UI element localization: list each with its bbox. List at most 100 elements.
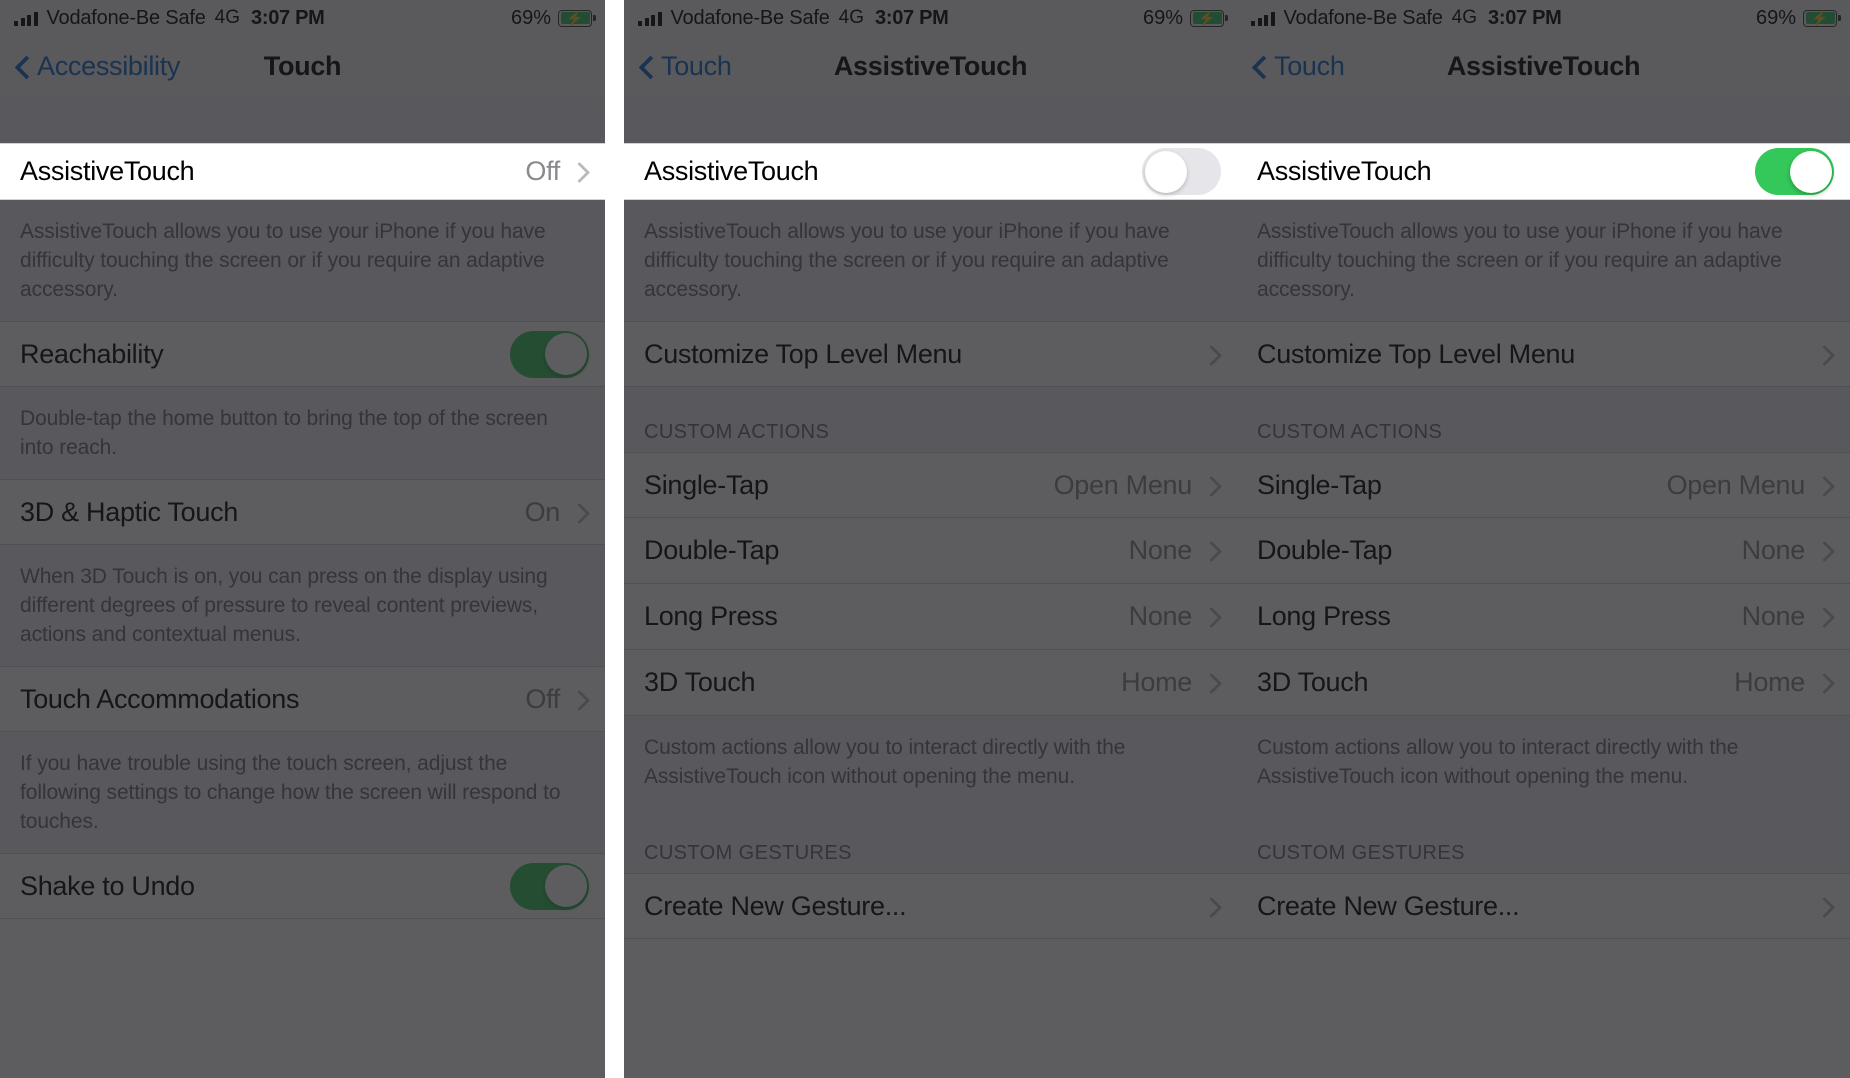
status-bar-right: 69% ⚡ — [511, 7, 592, 30]
chevron-right-icon — [1204, 544, 1217, 557]
status-bar-left: Vodafone-Be Safe 4G 3:07 PM — [14, 7, 325, 30]
row-value: Open Menu — [1053, 469, 1193, 500]
section-header: CUSTOM GESTURES — [1257, 842, 1465, 864]
carrier-name: Vodafone-Be Safe — [670, 6, 830, 29]
status-bar-clock: 3:07 PM — [875, 6, 949, 29]
chevron-right-icon — [572, 506, 585, 519]
list-row[interactable]: 3D Touch Home — [624, 650, 1237, 716]
battery-percentage: 69% — [510, 6, 551, 29]
back-button-label: Touch — [1274, 51, 1345, 81]
row-value: None — [1128, 535, 1193, 565]
list-top-gap — [1237, 97, 1850, 143]
chevron-right-icon — [572, 165, 585, 178]
row-label: Shake to Undo — [20, 870, 195, 901]
row-value: Home — [1734, 667, 1805, 697]
status-bar: Vodafone-Be Safe 4G 3:07 PM 69% ⚡ — [624, 0, 1237, 36]
toggle-reachability[interactable] — [510, 330, 589, 378]
list-row[interactable]: Reachability — [0, 321, 605, 387]
assistivetouch-row[interactable]: AssistiveTouch — [624, 143, 1237, 200]
charging-bolt-icon: ⚡ — [566, 10, 584, 26]
list-row[interactable]: Customize Top Level Menu — [1237, 321, 1850, 387]
list-row[interactable]: 3D Touch Home — [1237, 650, 1850, 716]
row-label: Long Press — [1257, 601, 1391, 631]
row-label: Single-Tap — [1257, 469, 1382, 500]
chevron-left-icon — [638, 58, 655, 75]
status-bar-clock: 3:07 PM — [251, 6, 325, 29]
list-row[interactable]: Single-Tap Open Menu — [1237, 452, 1850, 518]
toggle-assistivetouch[interactable] — [1755, 148, 1834, 195]
chevron-right-icon — [1204, 610, 1217, 623]
back-button[interactable]: Touch — [638, 51, 732, 82]
chevron-right-icon — [1817, 348, 1830, 361]
row-label: Touch Accommodations — [20, 683, 300, 714]
list-row[interactable]: Double-Tap None — [624, 518, 1237, 584]
settings-list: AssistiveTouch Off AssistiveTouch allows y… — [0, 97, 605, 919]
list-row[interactable]: Create New Gesture... — [624, 873, 1237, 939]
cellular-bars-icon — [1251, 11, 1275, 26]
status-bar-left: Vodafone-Be Safe 4G 3:07 PM — [1251, 7, 1562, 30]
status-bar: Vodafone-Be Safe 4G 3:07 PM 69% ⚡ — [0, 0, 605, 36]
battery-charging-icon: ⚡ — [558, 9, 592, 27]
nav-bar: Touch AssistiveTouch — [624, 36, 1237, 97]
toggle-assistivetouch[interactable] — [1142, 148, 1221, 195]
back-button[interactable]: Accessibility — [14, 51, 180, 82]
row-label: Create New Gesture... — [644, 890, 907, 921]
assistivetouch-row[interactable]: AssistiveTouch Off — [0, 143, 605, 200]
list-row[interactable]: Touch Accommodations Off — [0, 666, 605, 732]
row-label: 3D & Haptic Touch — [20, 496, 239, 527]
row-label: AssistiveTouch — [1257, 156, 1432, 186]
footnote-text: Custom actions allow you to interact dir… — [1257, 736, 1739, 788]
chevron-right-icon — [1204, 348, 1217, 361]
list-row[interactable]: Long Press None — [624, 584, 1237, 650]
back-button[interactable]: Touch — [1251, 51, 1345, 82]
toggle-knob — [544, 333, 587, 375]
chevron-left-icon — [14, 58, 31, 75]
cellular-bars-icon — [14, 11, 38, 26]
row-label: Long Press — [644, 601, 778, 631]
list-row[interactable]: Single-Tap Open Menu — [624, 452, 1237, 518]
back-button-label: Touch — [661, 51, 732, 81]
nav-bar: Touch AssistiveTouch — [1237, 36, 1850, 97]
back-button-label: Accessibility — [37, 51, 181, 81]
list-row[interactable]: Customize Top Level Menu — [624, 321, 1237, 387]
row-label: Single-Tap — [644, 469, 769, 500]
chevron-right-icon — [1817, 544, 1830, 557]
chevron-right-icon — [1817, 900, 1830, 913]
status-bar-right: 69% ⚡ — [1143, 7, 1224, 30]
list-top-gap — [0, 97, 605, 143]
toggle-knob — [1144, 150, 1187, 193]
battery-percentage: 69% — [1142, 6, 1183, 29]
status-bar-left: Vodafone-Be Safe 4G 3:07 PM — [638, 7, 949, 30]
list-row[interactable]: Create New Gesture... — [1237, 873, 1850, 939]
settings-list: AssistiveTouch AssistiveTouch allows you … — [1237, 97, 1850, 939]
three-panel-screenshot-strip: Vodafone-Be Safe 4G 3:07 PM 69% ⚡ Accessibili… — [0, 0, 1850, 1078]
list-row[interactable]: Long Press None — [1237, 584, 1850, 650]
list-top-gap — [624, 97, 1237, 143]
row-label: Create New Gesture... — [1257, 890, 1520, 921]
chevron-right-icon — [1817, 676, 1830, 689]
list-row[interactable]: 3D & Haptic Touch On — [0, 479, 605, 545]
row-value: Off — [525, 683, 560, 714]
list-row[interactable]: Double-Tap None — [1237, 518, 1850, 584]
chevron-right-icon — [1204, 676, 1217, 689]
panel-assistivetouch-off: Vodafone-Be Safe 4G 3:07 PM 69% ⚡ Touch Assist… — [624, 0, 1237, 1078]
chevron-right-icon — [1204, 900, 1217, 913]
settings-list: AssistiveTouch AssistiveTouch allows you … — [624, 97, 1237, 939]
row-label: AssistiveTouch — [20, 156, 195, 186]
chevron-right-icon — [572, 693, 585, 706]
row-label: Double-Tap — [644, 535, 780, 565]
panel-touch-settings: Vodafone-Be Safe 4G 3:07 PM 69% ⚡ Accessibili… — [0, 0, 605, 1078]
row-label: AssistiveTouch — [644, 156, 819, 186]
footnote-text: If you have trouble using the touch scre… — [20, 752, 561, 833]
chevron-right-icon — [1817, 610, 1830, 623]
row-label: Customize Top Level Menu — [1257, 338, 1575, 369]
footnote-text: AssistiveTouch allows you to use your iP… — [1257, 220, 1783, 301]
row-value: None — [1741, 535, 1806, 565]
list-row[interactable]: Shake to Undo — [0, 853, 605, 919]
row-value: None — [1741, 601, 1806, 631]
carrier-name: Vodafone-Be Safe — [46, 6, 206, 29]
cellular-bars-icon — [638, 11, 662, 26]
section-header: CUSTOM ACTIONS — [1257, 421, 1443, 443]
assistivetouch-row[interactable]: AssistiveTouch — [1237, 143, 1850, 200]
toggle-shake-to-undo[interactable] — [510, 862, 589, 910]
